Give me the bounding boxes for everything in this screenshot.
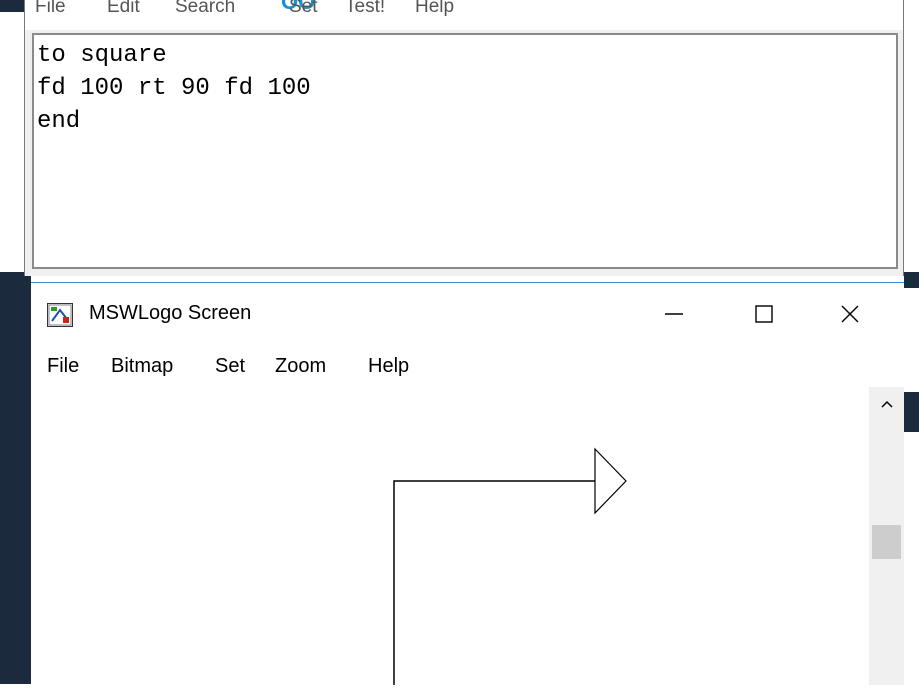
editor-menu-edit[interactable]: Edit — [107, 0, 140, 18]
maximize-button[interactable] — [741, 295, 787, 333]
menu-bitmap[interactable]: Bitmap — [111, 355, 173, 378]
editor-menu-test[interactable]: Test! — [345, 0, 385, 18]
screen-menubar: File Bitmap Set Zoom Help — [31, 349, 904, 383]
close-button[interactable] — [827, 295, 873, 333]
vertical-scrollbar[interactable] — [869, 387, 904, 685]
chevron-up-icon — [880, 400, 893, 408]
scroll-up-button[interactable] — [869, 387, 904, 421]
editor-menu-help[interactable]: Help — [415, 0, 454, 18]
scroll-thumb[interactable] — [872, 525, 901, 559]
editor-menu-file[interactable]: File — [35, 0, 66, 18]
editor-menubar: File Edit Search ОО Set Test! Help — [25, 0, 903, 30]
code-line: end — [37, 108, 81, 135]
turtle-drawing — [393, 447, 627, 685]
desktop-right-edge — [904, 0, 919, 684]
menu-zoom[interactable]: Zoom — [275, 355, 326, 378]
turtle-cursor-icon — [594, 447, 627, 515]
title-bar[interactable]: MSWLogo Screen — [31, 283, 904, 341]
mswlogo-app-icon — [47, 303, 73, 327]
window-title: MSWLogo Screen — [89, 302, 252, 324]
code-line: fd 100 rt 90 fd 100 — [37, 75, 311, 102]
code-line: to square — [37, 42, 167, 69]
maximize-icon — [755, 305, 773, 323]
menu-file[interactable]: File — [47, 355, 79, 378]
minimize-icon — [665, 313, 683, 315]
minimize-button[interactable] — [651, 295, 697, 333]
editor-menu-search[interactable]: Search — [175, 0, 235, 18]
drawing-canvas[interactable] — [31, 387, 869, 685]
editor-window: File Edit Search ОО Set Test! Help to sq… — [24, 0, 904, 276]
code-editor-textarea[interactable]: to square fd 100 rt 90 fd 100 end — [32, 33, 898, 269]
menu-set[interactable]: Set — [215, 355, 245, 378]
turtle-path — [393, 480, 595, 685]
close-icon — [841, 305, 859, 323]
editor-menu-set[interactable]: Set — [289, 0, 318, 18]
menu-help[interactable]: Help — [368, 355, 409, 378]
mswlogo-screen-window: MSWLogo Screen File Bitmap Set Zoom Help — [31, 282, 904, 685]
